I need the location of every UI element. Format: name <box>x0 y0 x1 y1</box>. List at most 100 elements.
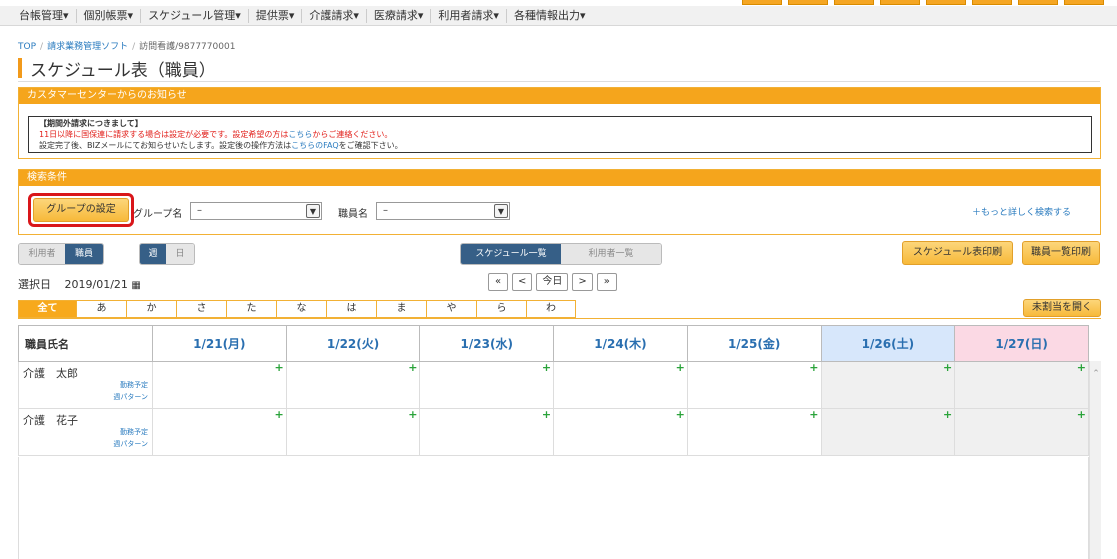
period-toggle: 週 日 <box>139 243 195 265</box>
more-search-link[interactable]: ＋もっと詳しく検索する <box>972 205 1071 218</box>
last-button[interactable]: » <box>596 273 617 291</box>
scroll-up-icon[interactable]: ⌃ <box>1090 369 1102 379</box>
add-icon[interactable]: + <box>542 362 551 373</box>
page-title-bar: スケジュール表（職員） <box>18 57 216 81</box>
menu-item[interactable]: 医療請求▾ <box>367 8 432 23</box>
add-icon[interactable]: + <box>274 362 283 373</box>
notice-line2: 設定完了後、BIZメールにてお知らせいたします。設定後の操作方法は <box>39 141 292 150</box>
notice-panel: カスタマーセンターからのお知らせ 【期間外請求につきまして】 11日以降に国保連… <box>18 87 1101 159</box>
week-pattern-link[interactable]: 週パターン <box>113 439 148 449</box>
staff-select[interactable]: – ▼ <box>376 202 510 220</box>
breadcrumb-app[interactable]: 請求業務管理ソフト <box>47 42 128 52</box>
kana-tab[interactable]: な <box>276 300 326 318</box>
calendar-icon[interactable]: ▦ <box>131 280 140 291</box>
menu-item[interactable]: 個別帳票▾ <box>77 8 142 23</box>
day-header-saturday: 1/26(土) <box>820 325 956 362</box>
breadcrumb-top[interactable]: TOP <box>18 42 36 52</box>
work-plan-link[interactable]: 勤務予定 <box>120 427 148 437</box>
vertical-scrollbar[interactable]: ⌃ <box>1089 361 1101 559</box>
schedule-cell[interactable]: + <box>152 361 287 409</box>
schedule-cell[interactable]: + <box>820 408 956 456</box>
group-select[interactable]: – ▼ <box>190 202 322 220</box>
faq-link[interactable]: こちらのFAQ <box>291 141 339 150</box>
add-icon[interactable]: + <box>274 409 283 420</box>
prev-button[interactable]: < <box>512 273 533 291</box>
today-button[interactable]: 今日 <box>536 273 569 291</box>
schedule-cell[interactable]: + <box>686 361 822 409</box>
first-button[interactable]: « <box>488 273 508 291</box>
top-button[interactable] <box>1018 0 1058 5</box>
day-header: 1/25(金) <box>686 325 822 362</box>
grid-header-row: 職員氏名 1/21(月) 1/22(火) 1/23(水) 1/24(木) 1/2… <box>18 325 1089 362</box>
toggle-staff[interactable]: 職員 <box>65 244 103 264</box>
add-icon[interactable]: + <box>809 362 818 373</box>
toggle-day[interactable]: 日 <box>166 244 194 264</box>
kana-tab[interactable]: さ <box>176 300 226 318</box>
menu-item[interactable]: 介護請求▾ <box>302 8 367 23</box>
add-icon[interactable]: + <box>542 409 551 420</box>
staff-label: 職員名 <box>338 209 368 220</box>
toggle-week[interactable]: 週 <box>140 244 166 264</box>
toggle-user[interactable]: 利用者 <box>19 244 65 264</box>
add-icon[interactable]: + <box>676 362 685 373</box>
menu-item[interactable]: スケジュール管理▾ <box>141 8 249 23</box>
kana-tab[interactable]: や <box>426 300 476 318</box>
print-schedule-button[interactable]: スケジュール表印刷 <box>902 241 1013 265</box>
schedule-cell[interactable]: + <box>419 408 555 456</box>
schedule-cell[interactable]: + <box>152 408 287 456</box>
schedule-cell[interactable]: + <box>285 361 421 409</box>
add-icon[interactable]: + <box>676 409 685 420</box>
day-header: 1/24(木) <box>553 325 688 362</box>
date-label: 選択日 <box>18 278 51 291</box>
add-icon[interactable]: + <box>408 409 417 420</box>
menu-item[interactable]: 利用者請求▾ <box>431 8 507 23</box>
kana-tab[interactable]: か <box>126 300 176 318</box>
print-staff-button[interactable]: 職員一覧印刷 <box>1022 241 1100 265</box>
chevron-down-icon: ▼ <box>306 204 320 218</box>
schedule-cell[interactable]: + <box>954 408 1089 456</box>
toggle-user-list[interactable]: 利用者一覧 <box>561 244 661 264</box>
date-navigation: « < 今日 > » <box>488 273 617 291</box>
top-button[interactable] <box>788 0 828 5</box>
add-icon[interactable]: + <box>1077 409 1086 420</box>
schedule-cell[interactable]: + <box>820 361 956 409</box>
add-icon[interactable]: + <box>943 362 952 373</box>
top-button[interactable] <box>880 0 920 5</box>
selected-date: 選択日 2019/01/21 ▦ <box>18 276 141 292</box>
schedule-cell[interactable]: + <box>686 408 822 456</box>
notice-link[interactable]: こちら <box>288 130 312 139</box>
open-unassigned-button[interactable]: 未割当を開く <box>1023 299 1101 317</box>
work-plan-link[interactable]: 勤務予定 <box>120 380 148 390</box>
notice-line2-end: をご確認下さい。 <box>338 141 403 150</box>
top-button[interactable] <box>972 0 1012 5</box>
schedule-cell[interactable]: + <box>419 361 555 409</box>
top-button[interactable] <box>926 0 966 5</box>
top-button[interactable] <box>1064 0 1104 5</box>
kana-tab[interactable]: ま <box>376 300 426 318</box>
schedule-cell[interactable]: + <box>553 361 688 409</box>
menu-item[interactable]: 提供票▾ <box>249 8 303 23</box>
schedule-cell[interactable]: + <box>285 408 421 456</box>
top-button[interactable] <box>834 0 874 5</box>
add-icon[interactable]: + <box>408 362 417 373</box>
kana-tab[interactable]: ら <box>476 300 526 318</box>
menu-item[interactable]: 台帳管理▾ <box>12 8 77 23</box>
menu-item[interactable]: 各種情報出力▾ <box>507 9 593 23</box>
schedule-cell[interactable]: + <box>954 361 1089 409</box>
notice-box: 【期間外請求につきまして】 11日以降に国保連に請求する場合は設定が必要です。設… <box>28 116 1092 153</box>
toggle-schedule-list[interactable]: スケジュール一覧 <box>461 244 561 264</box>
kana-tab-all[interactable]: 全て <box>18 300 76 318</box>
kana-tab[interactable]: わ <box>526 300 576 318</box>
staff-name-header: 職員氏名 <box>18 325 153 362</box>
kana-tab[interactable]: あ <box>76 300 126 318</box>
add-icon[interactable]: + <box>1077 362 1086 373</box>
week-pattern-link[interactable]: 週パターン <box>113 392 148 402</box>
kana-tab[interactable]: は <box>326 300 376 318</box>
top-button[interactable] <box>742 0 782 5</box>
date-value: 2019/01/21 <box>64 278 128 291</box>
kana-tab[interactable]: た <box>226 300 276 318</box>
schedule-cell[interactable]: + <box>553 408 688 456</box>
next-button[interactable]: > <box>572 273 593 291</box>
add-icon[interactable]: + <box>943 409 952 420</box>
add-icon[interactable]: + <box>809 409 818 420</box>
